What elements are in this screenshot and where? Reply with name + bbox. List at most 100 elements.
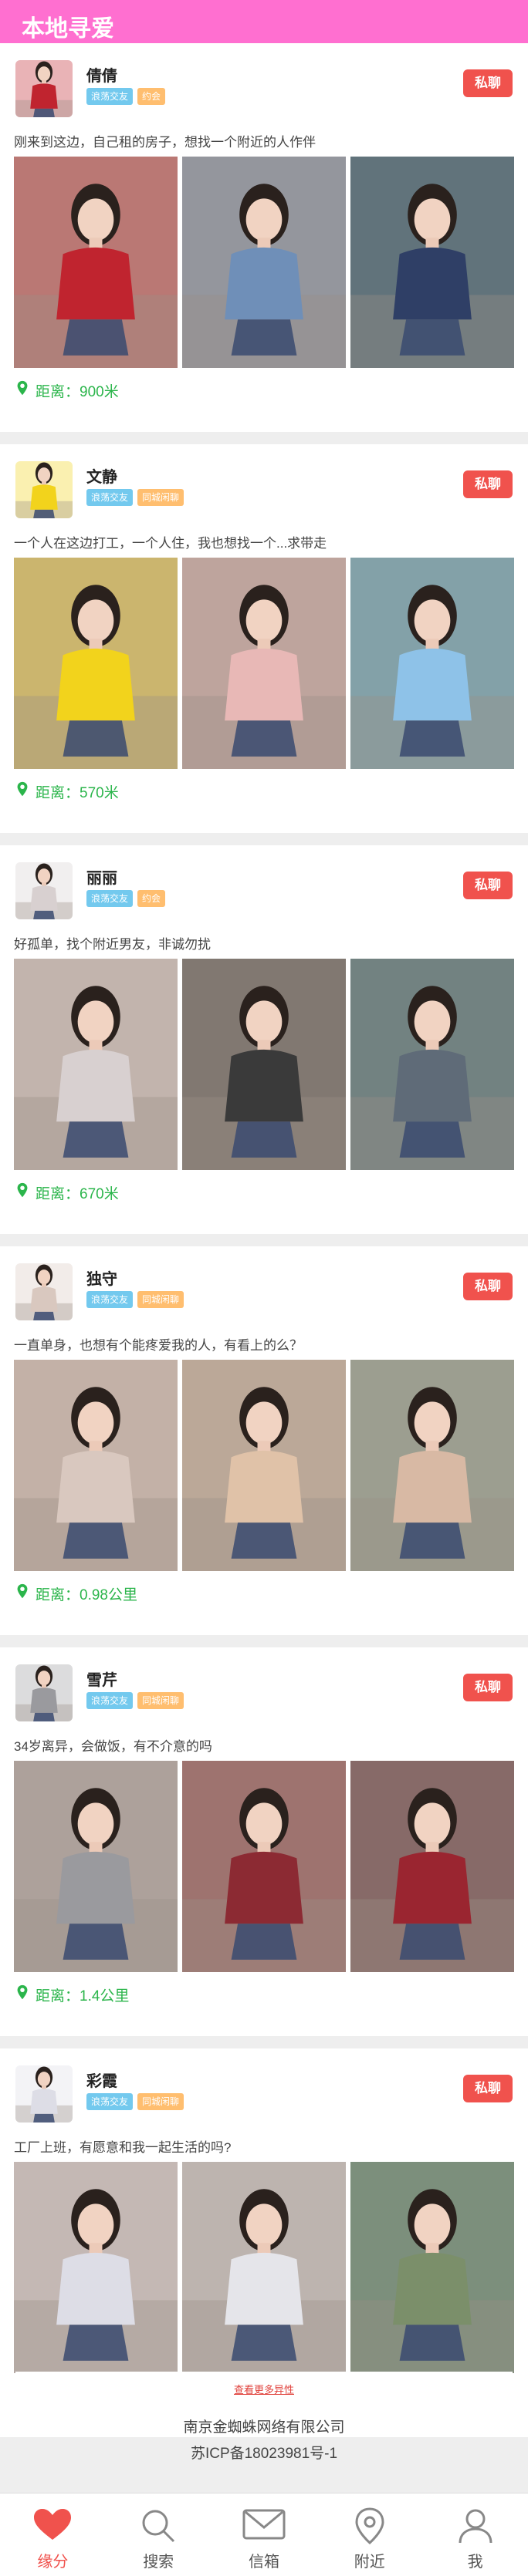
profile-photo[interactable]: [14, 157, 178, 368]
profile-photo[interactable]: [14, 1360, 178, 1571]
profile-list: 倩倩 浪荡交友 约会 私聊 刚来到这边，自己租的房子，想找一个附近的人作伴 距离：900米…: [0, 43, 528, 2450]
bottom-tab-bar: 缘分 搜索 信箱 附近 我: [0, 2493, 528, 2576]
profile-photo[interactable]: [182, 959, 346, 1170]
profile-photo[interactable]: [14, 959, 178, 1170]
icp-number: 苏ICP备18023981号-1: [190, 2446, 338, 2462]
photo-gallery: [14, 2162, 514, 2373]
location-pin-icon: [14, 1182, 31, 1203]
avatar[interactable]: [15, 1263, 73, 1320]
tag-badge: 浪荡交友: [86, 1692, 134, 1709]
tab-search[interactable]: 搜索: [106, 2493, 212, 2576]
profile-photo[interactable]: [350, 959, 514, 1170]
tab-heart[interactable]: 缘分: [0, 2493, 106, 2576]
photo-gallery: [14, 1761, 514, 1972]
view-more-link[interactable]: 查看更多异性: [15, 2372, 513, 2409]
profile-photo[interactable]: [182, 1360, 346, 1571]
profile-name: 独守: [86, 1271, 117, 1288]
distance-text: 距离：570米: [36, 784, 119, 801]
distance-text: 距离：0.98公里: [36, 1586, 137, 1603]
profile-photo[interactable]: [182, 1761, 346, 1972]
profile-name: 倩倩: [86, 68, 117, 85]
private-chat-button[interactable]: 私聊: [463, 470, 513, 498]
distance-info: 距离：570米: [14, 781, 119, 802]
profile-description: 34岁离异，会做饭，有不介意的吗: [14, 1739, 212, 1754]
profile-tags: 浪荡交友 同城闲聊: [86, 489, 184, 506]
profile-photo[interactable]: [350, 1360, 514, 1571]
profile-photo[interactable]: [14, 2162, 178, 2373]
tag-badge: 浪荡交友: [86, 2093, 134, 2110]
profile-tags: 浪荡交友 同城闲聊: [86, 2093, 184, 2110]
private-chat-button[interactable]: 私聊: [463, 872, 513, 899]
distance-info: 距离：1.4公里: [14, 1984, 129, 2005]
tag-badge: 同城闲聊: [137, 1692, 184, 1709]
tag-badge: 浪荡交友: [86, 1291, 134, 1308]
card-separator: [0, 1234, 528, 1246]
profile-card[interactable]: 文静浪荡交友 同城闲聊 私聊一个人在这边打工，一个人住，我也想找一个...求带走距离…: [0, 444, 528, 833]
location-pin-icon: [14, 1583, 31, 1604]
card-separator: [0, 1635, 528, 1647]
profile-card[interactable]: 丽丽浪荡交友 约会 私聊好孤单，找个附近男友，非诚勿扰距离：670米: [0, 845, 528, 1234]
tag-badge: 浪荡交友: [86, 890, 134, 907]
profile-tags: 浪荡交友 同城闲聊: [86, 1291, 184, 1308]
profile-name: 丽丽: [86, 870, 117, 887]
profile-tags: 浪荡交友 约会: [86, 88, 166, 105]
profile-photo[interactable]: [14, 1761, 178, 1972]
profile-photo[interactable]: [182, 558, 346, 769]
avatar[interactable]: [15, 1664, 73, 1721]
photo-gallery: [14, 157, 514, 368]
tag-badge: 同城闲聊: [137, 489, 184, 506]
tab-user[interactable]: 我: [422, 2493, 528, 2576]
profile-card[interactable]: 独守 浪荡交友 同城闲聊 私聊 一直单身，也想有个能疼爱我的人，有看上的么？ 距离：0.9…: [0, 1246, 528, 1635]
tab-location-pin[interactable]: 附近: [316, 2493, 422, 2576]
private-chat-button[interactable]: 私聊: [463, 1674, 513, 1701]
tab-label: 附近: [354, 2554, 385, 2571]
profile-photo[interactable]: [182, 157, 346, 368]
app-header: 本地寻爱: [0, 0, 528, 43]
tab-label: 搜索: [143, 2554, 174, 2571]
location-pin-icon: [14, 379, 31, 401]
profile-photo[interactable]: [350, 2162, 514, 2373]
card-separator: [0, 2036, 528, 2048]
photo-gallery: [14, 1360, 514, 1571]
tag-badge: 浪荡交友: [86, 489, 134, 506]
distance-info: 距离：900米: [14, 379, 119, 401]
distance-text: 距离：1.4公里: [36, 1988, 130, 2004]
tab-label: 缘分: [37, 2554, 69, 2571]
profile-name: 彩霞: [86, 2073, 117, 2090]
profile-photo[interactable]: [350, 1761, 514, 1972]
tag-badge: 约会: [137, 890, 166, 907]
avatar[interactable]: [15, 60, 73, 117]
company-name: 南京金蜘蛛网络有限公司: [183, 2419, 345, 2436]
card-separator: [0, 432, 528, 444]
profile-tags: 浪荡交友 同城闲聊: [86, 1692, 184, 1709]
profile-name: 雪芹: [86, 1672, 117, 1689]
tag-badge: 浪荡交友: [86, 88, 134, 105]
profile-photo[interactable]: [182, 2162, 346, 2373]
profile-photo[interactable]: [14, 558, 178, 769]
avatar[interactable]: [15, 2065, 73, 2123]
page-title: 本地寻爱: [22, 16, 114, 42]
profile-photo[interactable]: [350, 558, 514, 769]
location-pin-icon: [14, 781, 31, 802]
card-separator: [0, 833, 528, 845]
profile-name: 文静: [86, 469, 117, 486]
avatar[interactable]: [15, 461, 73, 518]
distance-info: 距离：670米: [14, 1182, 119, 1203]
profile-photo[interactable]: [350, 157, 514, 368]
distance-text: 距离：670米: [36, 1185, 119, 1202]
private-chat-button[interactable]: 私聊: [463, 1273, 513, 1300]
distance-info: 距离：0.98公里: [14, 1583, 137, 1604]
profile-description: 一个人在这边打工，一个人住，我也想找一个...求带走: [14, 536, 327, 551]
profile-card[interactable]: 雪芹浪荡交友 同城闲聊 私聊 34岁离异，会做饭，有不介意的吗距离：1.4公里: [0, 1647, 528, 2036]
tab-mail[interactable]: 信箱: [212, 2493, 317, 2576]
private-chat-button[interactable]: 私聊: [463, 69, 513, 97]
profile-card[interactable]: 倩倩浪荡交友 约会 私聊刚来到这边，自己租的房子，想找一个附近的人作伴距离：900米: [0, 43, 528, 432]
private-chat-button[interactable]: 私聊: [463, 2075, 513, 2102]
profile-description: 刚来到这边，自己租的房子，想找一个附近的人作伴: [14, 135, 316, 150]
tab-label: 我: [467, 2554, 483, 2571]
tag-badge: 约会: [137, 88, 166, 105]
avatar[interactable]: [15, 862, 73, 919]
profile-description: 好孤单，找个附近男友，非诚勿扰: [14, 937, 211, 952]
tab-label: 信箱: [248, 2554, 279, 2571]
photo-gallery: [14, 558, 514, 769]
